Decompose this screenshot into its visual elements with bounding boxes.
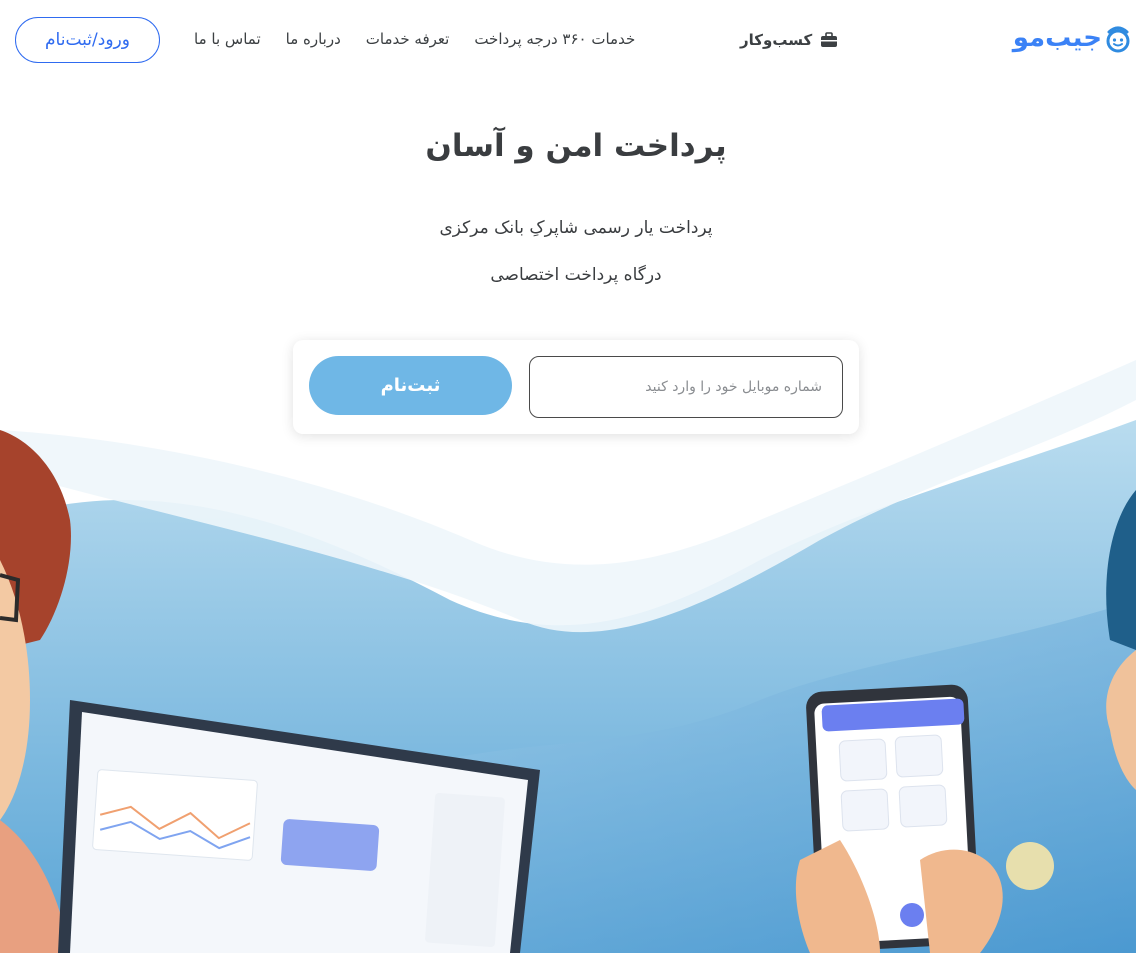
- signup-form: ثبت‌نام: [293, 340, 859, 434]
- logo-text: جیب‌مو: [1012, 23, 1103, 53]
- coin: [1006, 842, 1054, 890]
- nav-item-pricing[interactable]: تعرفه خدمات: [366, 30, 450, 48]
- briefcase-icon: [821, 32, 838, 47]
- signup-button[interactable]: ثبت‌نام: [309, 356, 512, 415]
- phone-number-input[interactable]: [529, 356, 843, 418]
- nav-item-contact[interactable]: تماس با ما: [194, 30, 261, 48]
- hero-subtitle-shaparak: پرداخت یار رسمی شاپرکِ بانک مرکزی: [439, 218, 713, 238]
- nav-item-payment-services[interactable]: خدمات ۳۶۰ درجه پرداخت: [474, 30, 635, 48]
- hero-subtitle-gateway: درگاه پرداخت اختصاصی: [490, 265, 662, 285]
- site-logo[interactable]: جیب‌مو: [1013, 22, 1132, 54]
- nav-item-about[interactable]: درباره ما: [286, 30, 341, 48]
- laptop-panel: [92, 769, 258, 861]
- site-header: جیب‌مو کسب‌وکار خدمات ۳۶۰ درجه پرداخت تع…: [0, 0, 1136, 82]
- main-nav: خدمات ۳۶۰ درجه پرداخت تعرفه خدمات درباره…: [194, 30, 635, 48]
- login-signup-button[interactable]: ورود/ثبت‌نام: [15, 17, 160, 63]
- wallet-logo-icon: [1106, 26, 1130, 53]
- business-link[interactable]: کسب‌وکار: [740, 31, 838, 49]
- business-label: کسب‌وکار: [740, 31, 813, 49]
- right-hand-right: [920, 849, 1003, 953]
- laptop-card: [280, 819, 380, 871]
- hero-title: پرداخت امن و آسان: [425, 128, 727, 164]
